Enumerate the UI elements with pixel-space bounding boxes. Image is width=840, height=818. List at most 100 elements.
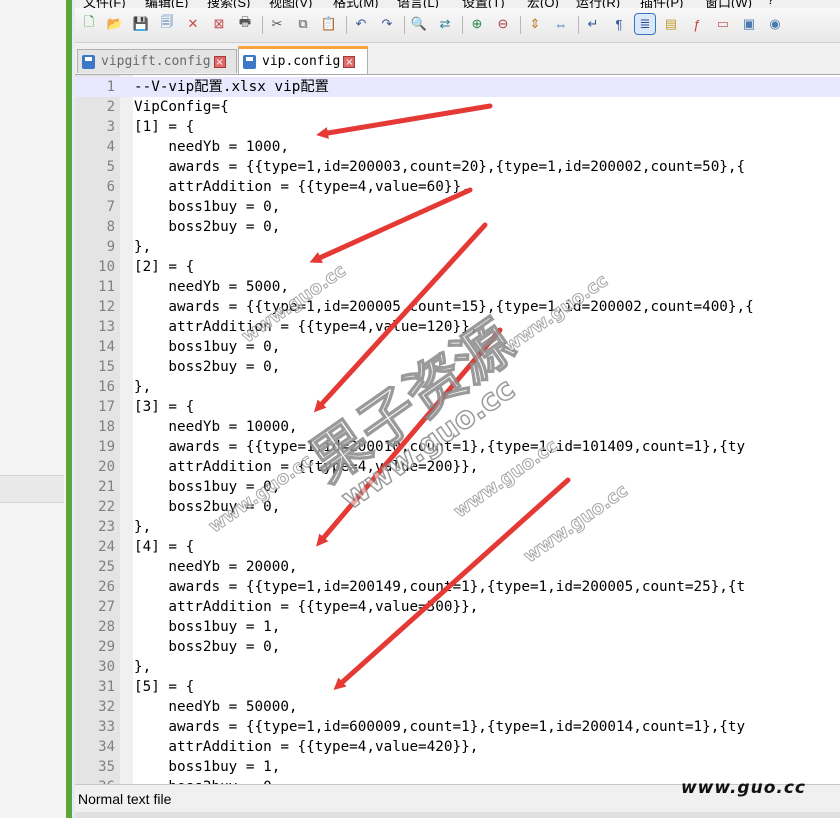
show-symbols-icon[interactable]: ¶ [609, 14, 629, 34]
code-line[interactable]: 31 [5] = { [75, 677, 840, 697]
line-number: 19 [98, 439, 115, 455]
code-line[interactable]: 26 awards = {{type=1,id=200149,count=1},… [75, 577, 840, 597]
code-line[interactable]: 19 awards = {{type=1,id=200010,count=1},… [75, 437, 840, 457]
code-line[interactable]: 22 boss2buy = 0, [75, 497, 840, 517]
code-line[interactable]: 34 attrAddition = {{type=4,value=420}}, [75, 737, 840, 757]
sync-horizontal-icon[interactable]: ⇔ [551, 14, 571, 34]
close-icon[interactable]: ✕ [183, 14, 203, 34]
menu-item[interactable]: 文件(F) [83, 0, 126, 8]
code-line[interactable]: 33 awards = {{type=1,id=600009,count=1},… [75, 717, 840, 737]
code-line[interactable]: 13 attrAddition = {{type=4,value=120}}, [75, 317, 840, 337]
code-line[interactable]: 35 boss1buy = 1, [75, 757, 840, 777]
line-number: 16 [98, 379, 115, 395]
function-list-icon[interactable]: ƒ [687, 14, 707, 34]
menu-item[interactable]: 窗口(W) [705, 0, 752, 8]
code-line[interactable]: 18 needYb = 10000, [75, 417, 840, 437]
code-line[interactable]: 6 attrAddition = {{type=4,value=60}}, [75, 177, 840, 197]
menu-item[interactable]: ? [767, 0, 774, 7]
menu-item[interactable]: 设置(T) [462, 0, 505, 8]
line-number: 26 [98, 579, 115, 595]
menu-item[interactable]: 编辑(E) [145, 0, 188, 8]
code-text: [1] = { [134, 119, 195, 135]
sync-vertical-icon[interactable]: ⇕ [525, 14, 545, 34]
code-line[interactable]: 30}, [75, 657, 840, 677]
undo-icon[interactable]: ↶ [351, 14, 371, 34]
replace-icon[interactable]: ⇄ [435, 14, 455, 34]
code-line[interactable]: 27 attrAddition = {{type=4,value=300}}, [75, 597, 840, 617]
toolbar-separator [462, 16, 463, 34]
code-line[interactable]: 12 awards = {{type=1,id=200005,count=15}… [75, 297, 840, 317]
toolbar-separator [578, 16, 579, 34]
menu-item[interactable]: 插件(P) [640, 0, 683, 8]
code-text: boss2buy = 0, [134, 359, 281, 375]
close-all-icon[interactable]: ⊠ [209, 14, 229, 34]
code-line[interactable]: 7 boss1buy = 0, [75, 197, 840, 217]
code-text: needYb = 50000, [134, 699, 298, 715]
code-text: VipConfig={ [134, 99, 229, 115]
code-text: }, [134, 659, 152, 675]
menu-item[interactable]: 语言(L) [397, 0, 439, 8]
tab-bar: vipgift.config × vip.config × [75, 43, 840, 75]
code-line[interactable]: 23}, [75, 517, 840, 537]
menu-item[interactable]: 视图(V) [269, 0, 312, 8]
code-line[interactable]: 28 boss1buy = 1, [75, 617, 840, 637]
code-line[interactable]: 21 boss1buy = 0, [75, 477, 840, 497]
word-wrap-icon[interactable]: ↵ [583, 14, 603, 34]
indent-guide-icon[interactable]: ≣ [634, 13, 656, 35]
folder-workspace-icon[interactable]: ▭ [713, 14, 733, 34]
zoom-out-icon[interactable]: ⊖ [493, 14, 513, 34]
code-line[interactable]: 8 boss2buy = 0, [75, 217, 840, 237]
code-text: --V-vip配置.xlsx vip配置 [134, 79, 329, 95]
code-editor[interactable]: 1 --V-vip配置.xlsx vip配置 2 VipConfig={ 3 [1] = … [75, 74, 840, 785]
save-icon[interactable]: 💾 [131, 14, 151, 34]
code-line[interactable]: 20 attrAddition = {{type=4,value=200}}, [75, 457, 840, 477]
line-number: 10 [98, 259, 115, 275]
toolbar-separator [262, 16, 263, 34]
code-line[interactable]: 5 awards = {{type=1,id=200003,count=20},… [75, 157, 840, 177]
eye-icon[interactable]: ◉ [765, 14, 785, 34]
code-line[interactable]: 32 needYb = 50000, [75, 697, 840, 717]
new-file-icon[interactable]: 🗋 [79, 14, 99, 34]
menu-item[interactable]: 格式(M) [333, 0, 379, 8]
code-line[interactable]: 16}, [75, 377, 840, 397]
code-line[interactable]: 11 needYb = 5000, [75, 277, 840, 297]
code-line[interactable]: 15 boss2buy = 0, [75, 357, 840, 377]
code-text: needYb = 1000, [134, 139, 289, 155]
line-number: 2 [106, 99, 115, 115]
code-line[interactable]: 9}, [75, 237, 840, 257]
close-icon[interactable]: × [213, 55, 226, 68]
zoom-in-icon[interactable]: ⊕ [467, 14, 487, 34]
code-line[interactable]: 4 needYb = 1000, [75, 137, 840, 157]
close-icon[interactable]: × [343, 55, 356, 68]
doc-map-icon[interactable]: ▤ [661, 14, 681, 34]
save-all-icon[interactable]: 🗐 [157, 14, 177, 34]
open-folder-icon[interactable]: 📂 [105, 14, 125, 34]
line-number: 17 [98, 399, 115, 415]
find-icon[interactable]: 🔍 [409, 14, 429, 34]
code-line[interactable]: 2 VipConfig={ [75, 97, 840, 117]
tab-vip-config[interactable]: vip.config × [238, 46, 368, 74]
code-line[interactable]: 3 [1] = { [75, 117, 840, 137]
paste-icon[interactable]: 📋 [319, 14, 339, 34]
code-line[interactable]: 17 [3] = { [75, 397, 840, 417]
print-icon[interactable]: 🖶 [235, 14, 255, 34]
menu-item[interactable]: 宏(O) [527, 0, 559, 8]
code-line[interactable]: 25 needYb = 20000, [75, 557, 840, 577]
menu-item[interactable]: 搜索(S) [207, 0, 250, 8]
monitor-icon[interactable]: ▣ [739, 14, 759, 34]
cut-icon[interactable]: ✂ [267, 14, 287, 34]
code-text: needYb = 5000, [134, 279, 289, 295]
code-text: boss2buy = 0, [134, 499, 281, 515]
tab-vipgift-config[interactable]: vipgift.config × [77, 49, 237, 73]
menu-item[interactable]: 运行(R) [576, 0, 620, 8]
code-line[interactable]: 1 --V-vip配置.xlsx vip配置 [75, 77, 840, 97]
code-line[interactable]: 10 [2] = { [75, 257, 840, 277]
status-bar: Normal text file [75, 784, 840, 813]
code-line[interactable]: 24 [4] = { [75, 537, 840, 557]
status-file-type: Normal text file [78, 791, 172, 807]
redo-icon[interactable]: ↷ [377, 14, 397, 34]
code-line[interactable]: 14 boss1buy = 0, [75, 337, 840, 357]
copy-icon[interactable]: ⧉ [293, 14, 313, 34]
code-line[interactable]: 29 boss2buy = 0, [75, 637, 840, 657]
code-text: boss2buy = 0, [134, 639, 281, 655]
